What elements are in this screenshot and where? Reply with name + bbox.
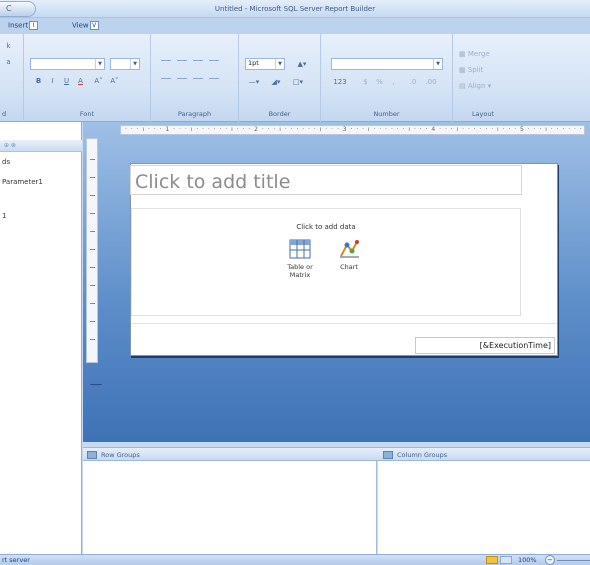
- column-groups-icon: [383, 451, 393, 459]
- column-groups-header: Column Groups: [383, 451, 447, 459]
- font-name-combo[interactable]: ▼: [30, 58, 105, 70]
- row-groups-icon: [87, 451, 97, 459]
- tree-item-fields[interactable]: ds: [2, 158, 10, 166]
- clipboard-group-label: d: [2, 110, 7, 118]
- align-right-icon[interactable]: [193, 60, 203, 61]
- chevron-down-icon[interactable]: ▼: [275, 59, 284, 69]
- grow-font-button[interactable]: A˄: [92, 75, 105, 87]
- border-group: 1pt ▼ ▲▾ —▾ ◢▾ □▾ Border: [239, 34, 321, 122]
- ruler-marker: [90, 384, 102, 385]
- numbering-icon[interactable]: [209, 78, 219, 79]
- cut-icon[interactable]: k: [2, 40, 15, 52]
- vertical-ruler: [86, 138, 98, 363]
- zoom-slider[interactable]: [557, 560, 590, 561]
- horizontal-ruler: · · · ı · · · 1 · · · ı · · · · · · ı · …: [120, 125, 585, 135]
- top-align-icon[interactable]: [177, 78, 187, 79]
- chart-label: Chart: [340, 263, 358, 271]
- number-group-label: Number: [373, 110, 400, 118]
- tab-view-keytip: V: [89, 21, 99, 30]
- border-width-combo[interactable]: 1pt ▼: [245, 58, 285, 70]
- chevron-down-icon[interactable]: ▼: [95, 59, 104, 69]
- placeholder-styles-button[interactable]: 123: [331, 76, 349, 88]
- tab-insert[interactable]: Insert I: [8, 21, 39, 30]
- grouping-pane-header: Row Groups Column Groups: [83, 447, 590, 461]
- tree-item-dataset[interactable]: 1: [2, 212, 6, 220]
- border-width-value: 1pt: [248, 59, 259, 67]
- report-data-toolbar[interactable]: ⊕ ⊗: [0, 140, 82, 152]
- split-label: Split: [467, 66, 484, 74]
- table-or-matrix-button[interactable]: Table or Matrix: [285, 239, 315, 289]
- tab-insert-keytip: I: [29, 21, 39, 30]
- comma-style-button[interactable]: ,: [387, 76, 400, 88]
- decrease-decimal-icon[interactable]: .00: [423, 76, 439, 88]
- window-title: Untitled - Microsoft SQL Server Report B…: [214, 5, 376, 13]
- tab-view[interactable]: View V: [72, 21, 99, 30]
- align-label: Align: [467, 82, 486, 90]
- font-size-combo[interactable]: ▼: [110, 58, 140, 70]
- table-or-matrix-label: Table or Matrix: [287, 263, 313, 279]
- split-cells-button[interactable]: ▦ Split: [459, 64, 505, 76]
- add-data-prompt: Click to add data: [296, 223, 356, 231]
- merge-label: Merge: [467, 50, 490, 58]
- chevron-down-icon[interactable]: ▼: [433, 59, 442, 69]
- bullets-icon[interactable]: [193, 78, 203, 79]
- font-group: ▼ ▼ B I U A A˄ A˅ Font: [24, 34, 151, 122]
- percent-button[interactable]: %: [373, 76, 386, 88]
- tree-item-parameter[interactable]: Parameter1: [2, 178, 43, 186]
- font-group-label: Font: [79, 110, 95, 118]
- row-groups-header: Row Groups: [87, 451, 140, 459]
- number-format-combo[interactable]: ▼: [331, 58, 443, 70]
- paragraph-group: Paragraph: [151, 34, 239, 122]
- bold-button[interactable]: B: [32, 75, 45, 87]
- report-body-area[interactable]: Click to add data Table or Matrix Chart: [131, 208, 521, 316]
- table-icon: [289, 239, 311, 259]
- chart-button[interactable]: Chart: [337, 239, 361, 289]
- row-groups-pane[interactable]: [83, 461, 377, 554]
- column-groups-pane[interactable]: [378, 461, 590, 554]
- indent-icon[interactable]: [209, 60, 219, 61]
- increase-decimal-icon[interactable]: .0: [405, 76, 421, 88]
- title-bar: C Untitled - Microsoft SQL Server Report…: [0, 0, 590, 18]
- view-mode-icon[interactable]: [500, 556, 512, 564]
- layout-group: ▦ Merge ▦ Split ▤ Align ▾ Layout: [453, 34, 513, 122]
- clipboard-group: k a d: [0, 34, 24, 122]
- page-footer-divider: [131, 323, 557, 324]
- column-groups-label: Column Groups: [397, 451, 448, 459]
- report-title-textbox[interactable]: Click to add title: [130, 165, 522, 195]
- report-data-pane: ⊕ ⊗ ds Parameter1 1: [0, 122, 82, 554]
- ruler-ticks: · · · ı · · · 1 · · · ı · · · · · · ı · …: [125, 126, 585, 133]
- chevron-down-icon[interactable]: ▼: [130, 59, 139, 69]
- number-group: ▼ 123 $ % , .0 .00 Number: [321, 34, 453, 122]
- align-button[interactable]: ▤ Align ▾: [459, 80, 505, 92]
- ribbon-tab-row: Insert I View V: [0, 18, 590, 34]
- server-status-icon[interactable]: [486, 556, 498, 564]
- fill-color-icon[interactable]: ◢▾: [267, 76, 285, 88]
- zoom-level: 100%: [518, 556, 537, 564]
- tab-insert-label: Insert: [8, 21, 29, 30]
- status-bar: rt server 100% −: [0, 554, 590, 565]
- shrink-font-button[interactable]: A˅: [108, 75, 121, 87]
- justify-icon[interactable]: [161, 78, 171, 79]
- italic-button[interactable]: I: [46, 75, 59, 87]
- paste-icon[interactable]: a: [2, 56, 15, 68]
- underline-button[interactable]: U: [60, 75, 73, 87]
- status-text: rt server: [2, 556, 30, 564]
- currency-button[interactable]: $: [359, 76, 372, 88]
- align-center-icon[interactable]: [177, 60, 187, 61]
- merge-cells-button[interactable]: ▦ Merge: [459, 48, 505, 60]
- align-left-icon[interactable]: [161, 60, 171, 61]
- paragraph-group-label: Paragraph: [177, 110, 212, 118]
- layout-group-label: Layout: [471, 110, 495, 118]
- tab-view-label: View: [72, 21, 89, 30]
- font-color-button[interactable]: A: [74, 75, 87, 87]
- execution-time-textbox[interactable]: [&ExecutionTime]: [415, 337, 555, 354]
- zoom-out-button[interactable]: −: [545, 555, 555, 565]
- border-color-icon[interactable]: ▲▾: [291, 58, 313, 70]
- border-style-icon[interactable]: —▾: [245, 76, 263, 88]
- row-groups-label: Row Groups: [101, 451, 140, 459]
- border-group-label: Border: [268, 110, 291, 118]
- ribbon: k a d ▼ ▼ B I U A A˄ A˅ Font Paragraph 1…: [0, 34, 590, 122]
- borders-icon[interactable]: □▾: [289, 76, 307, 88]
- chart-icon: [340, 240, 359, 258]
